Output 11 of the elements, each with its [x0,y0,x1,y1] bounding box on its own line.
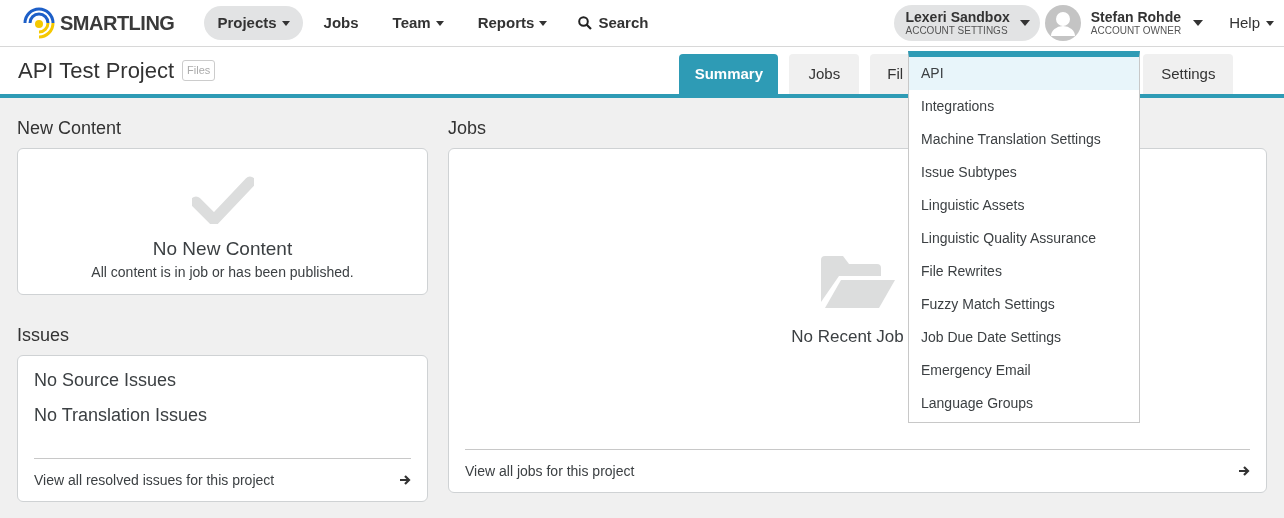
section-heading: New Content [17,117,122,140]
empty-state-title: No Recent Job [791,326,904,349]
issue-status: No Translation Issues [34,404,209,427]
empty-state-title: No New Content [152,238,293,260]
project-title: API Test Project [18,57,175,85]
section-heading: Jobs [448,117,487,140]
section-heading: Issues [17,324,70,347]
issue-status: No Source Issues [34,369,178,392]
project-type-badge: Files [182,60,216,81]
brand-name: SMARTLING [60,11,175,36]
empty-state-message: All content is in job or has been published. [91,263,354,282]
